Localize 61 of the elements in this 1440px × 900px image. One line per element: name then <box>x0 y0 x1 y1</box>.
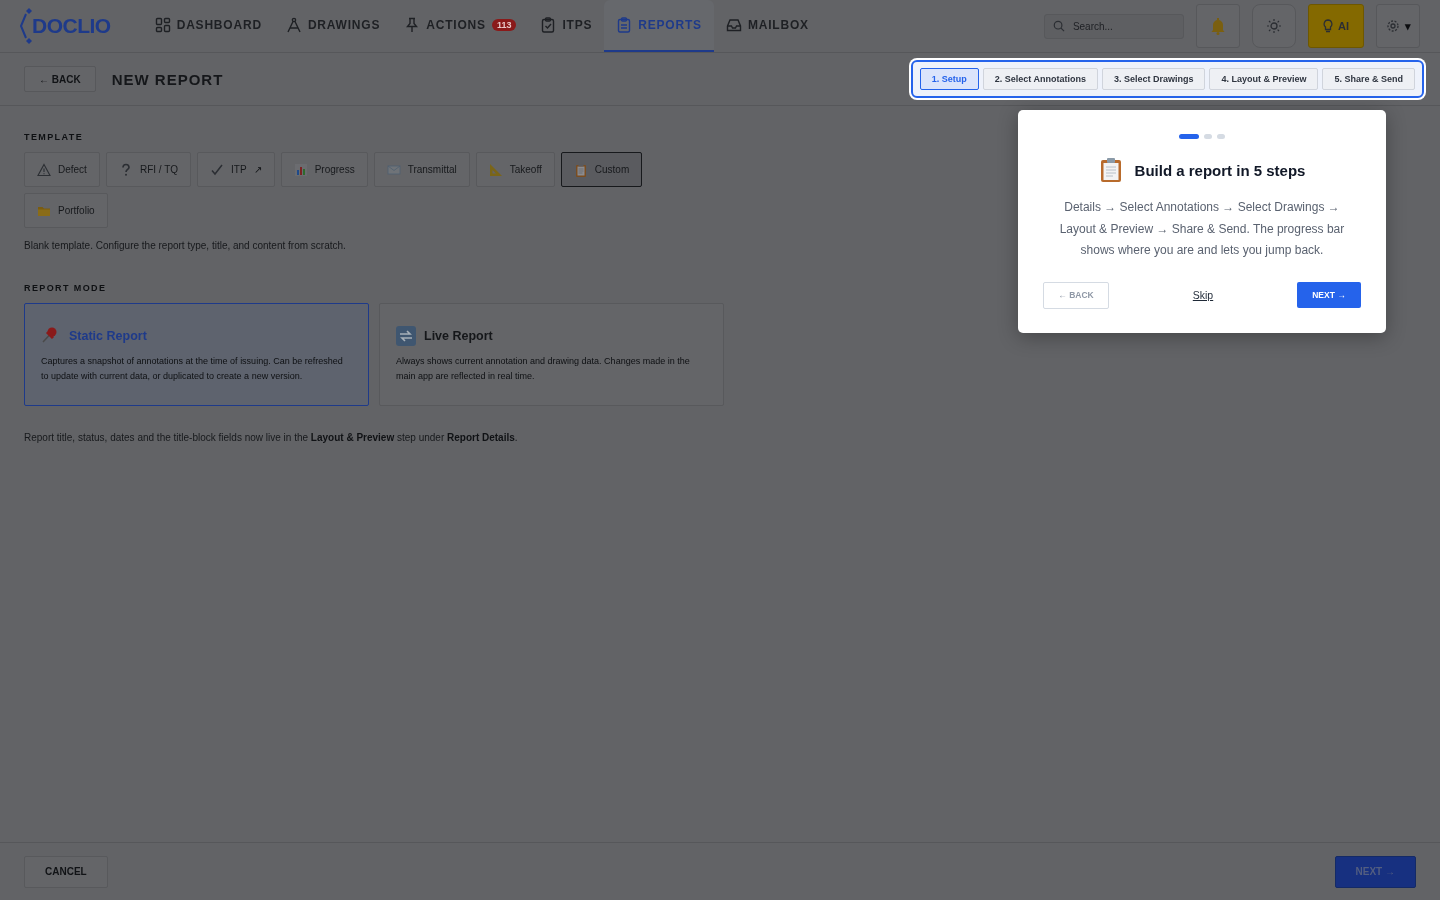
page-title: NEW REPORT <box>111 70 224 88</box>
template-option[interactable]: RFI / TQ <box>105 152 192 187</box>
nav-tab[interactable]: ITPS <box>528 0 605 52</box>
cancel-button[interactable]: CANCEL <box>24 855 108 888</box>
nav-tab[interactable]: DRAWINGS <box>273 0 393 52</box>
sun-icon <box>1267 19 1281 33</box>
logo-icon <box>20 6 32 46</box>
nav-tab[interactable]: MAILBOX <box>713 0 821 52</box>
grid-icon <box>154 17 171 33</box>
section-heading: REPORT MODE <box>24 283 108 293</box>
clipboard-icon <box>1098 157 1123 183</box>
step-tab[interactable]: 2. Select Annotations <box>982 68 1098 90</box>
template-option[interactable]: Takeoff <box>475 152 555 187</box>
template-option[interactable]: Transmittal <box>373 152 470 187</box>
template-option[interactable]: Progress <box>280 152 368 187</box>
bar-chart-icon <box>293 162 308 177</box>
nav-tab[interactable]: DASHBOARD <box>142 0 274 52</box>
tour-description: Details → Select Annotations → Select Drawings → Layout & Preview → Share & Send. The progress bar shows where you are and lets you jump back. <box>1058 199 1346 259</box>
lightbulb-icon <box>1323 19 1333 33</box>
section-heading: TEMPLATE <box>24 132 85 142</box>
template-option[interactable]: ITP ↗ <box>197 152 275 187</box>
nav-tab[interactable]: ACTIONS 113 <box>392 0 529 52</box>
step-tab[interactable]: 3. Select Drawings <box>1101 68 1206 90</box>
template-option[interactable]: Custom <box>560 152 643 187</box>
report-mode-card[interactable]: Static Report Captures a snapshot of annotations at the time of issuing. Can be refreshed to update with current data, or duplicated to create a new version. <box>24 303 369 406</box>
back-button[interactable]: ← BACK <box>24 66 96 92</box>
checkmark-icon <box>210 162 225 177</box>
next-button[interactable]: NEXT → <box>1297 282 1361 308</box>
compass-icon <box>285 17 302 33</box>
envelope-icon <box>386 162 401 177</box>
card-title: Static Report <box>69 328 147 343</box>
theme-button[interactable] <box>1252 4 1296 48</box>
notifications-button[interactable] <box>1196 4 1240 48</box>
bell-icon <box>1209 17 1227 35</box>
search-icon <box>1053 19 1065 33</box>
count-badge: 113 <box>491 19 517 31</box>
card-description: Captures a snapshot of annotations at the time of issuing. Can be refreshed to update with current data, or duplicated to create a new version. <box>41 354 344 383</box>
next-button[interactable]: NEXT → <box>1334 855 1416 888</box>
warning-icon <box>37 162 51 177</box>
step-tab[interactable]: 5. Share & Send <box>1322 68 1415 90</box>
clipboard-check-icon <box>540 17 557 33</box>
clipboard-list-icon <box>616 17 633 33</box>
template-description: Blank template. Configure the report type, title, and content from scratch. <box>24 240 346 251</box>
ai-button[interactable]: AI <box>1308 4 1364 48</box>
settings-icon <box>1385 19 1400 33</box>
card-title: Live Report <box>424 328 493 343</box>
search-box[interactable]: Search... <box>1044 13 1184 39</box>
template-option[interactable]: Defect <box>24 152 100 187</box>
info-note: Report title, status, dates and the title-block fields now live in the Layout & Preview step under Report Details. <box>24 432 518 443</box>
skip-link[interactable]: Skip <box>1186 288 1220 302</box>
search-field[interactable]: Search... <box>1070 19 1175 33</box>
step-tab[interactable]: 4. Layout & Preview <box>1209 68 1319 90</box>
tour-title: Build a report in 5 steps <box>1134 161 1306 179</box>
step-tab[interactable]: 1. Setup <box>919 68 979 90</box>
clipboard-icon <box>573 162 588 177</box>
logo-text: DOCLIO <box>32 14 111 38</box>
template-option[interactable]: Portfolio <box>24 193 108 228</box>
settings-button[interactable]: ▾ <box>1376 4 1420 48</box>
nav-tab[interactable]: REPORTS <box>604 0 714 52</box>
inbox-icon <box>725 17 742 33</box>
refresh-icon <box>396 325 416 346</box>
